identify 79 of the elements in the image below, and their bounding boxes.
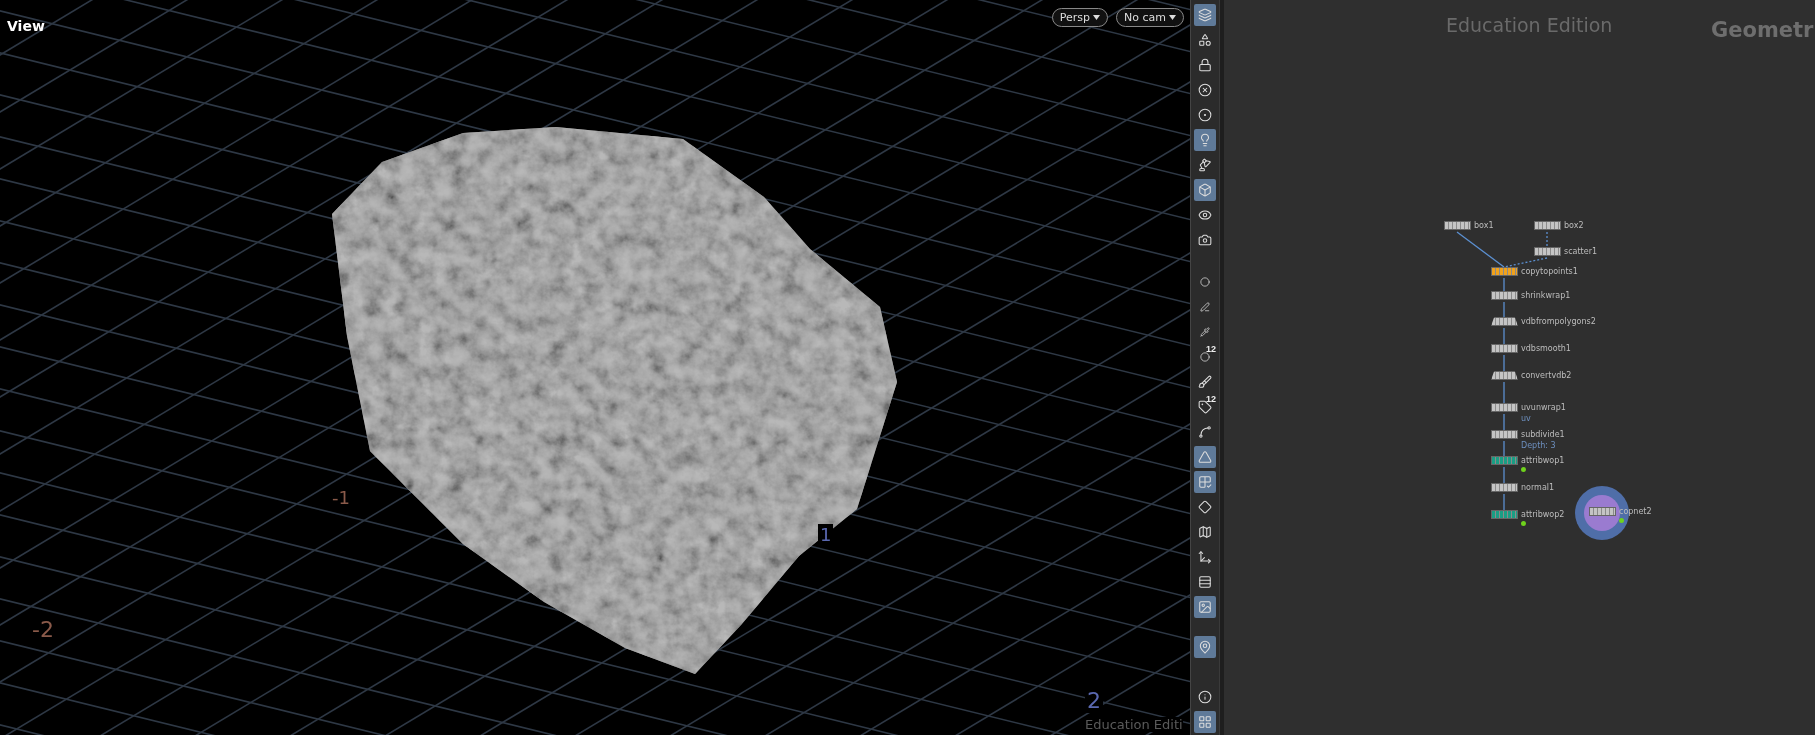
checker-icon [1198,475,1212,489]
network-node[interactable] [1491,456,1518,465]
node-wire [1503,354,1505,372]
node-label: normal1 [1521,483,1555,492]
eye-icon [1198,208,1212,222]
node-label: uvunwrap1 [1521,403,1566,412]
map-icon [1198,525,1212,539]
pipette-icon [1200,327,1210,337]
camera-menu[interactable]: Persp [1051,8,1109,27]
node-label: box2 [1564,221,1584,230]
node-label: shrinkwrap1 [1521,291,1571,300]
network-node[interactable] [1444,221,1471,230]
node-label: box1 [1474,221,1494,230]
network-node[interactable] [1491,510,1518,519]
network-node[interactable] [1491,267,1518,276]
network-node[interactable] [1491,430,1518,439]
viewport-title: View [7,18,45,34]
network-node[interactable] [1491,483,1518,492]
node-label: vdbsmooth1 [1521,344,1571,353]
tag-icon [1198,400,1212,414]
node-wire [1503,440,1505,457]
node-wire [1503,301,1505,318]
network-node[interactable] [1491,403,1518,412]
dot-icon [1200,352,1210,362]
lightbulb-icon [1198,133,1212,147]
node-wire [1503,277,1505,292]
layers-icon [1198,8,1212,22]
network-node[interactable] [1491,291,1518,300]
node-wire [1503,381,1505,404]
node-label: copytopoints1 [1521,267,1578,276]
camera-menu[interactable]: No cam [1116,8,1184,27]
node-label: subdivide1 [1521,430,1565,439]
cube-icon [1198,183,1212,197]
node-label: convertvdb2 [1521,371,1572,380]
network-node[interactable] [1534,221,1561,230]
lock-icon [1198,58,1212,72]
node-label: attribwop2 [1521,510,1565,519]
3d-viewport[interactable]: View -2 -1 1 2 Persp No cam Education Editi [0,0,1190,735]
node-wire [1503,413,1505,431]
image-icon [1198,600,1212,614]
network-node[interactable] [1491,344,1518,353]
pin-icon [1198,640,1212,654]
brush-icon [1198,375,1212,389]
tool-count: 12 [1206,344,1216,354]
tool-button[interactable]: 12 [1194,396,1216,418]
network-node[interactable] [1534,247,1561,256]
info-icon [1198,690,1212,704]
edition-watermark: Education Edition [1446,14,1613,36]
node-wire [1503,493,1505,511]
pen-icon [1200,302,1210,312]
node-note: uv [1521,414,1531,423]
network-node[interactable] [1491,317,1518,326]
axes-icon [1198,550,1212,564]
network-node[interactable] [1491,371,1518,380]
triangle-icon [1198,450,1212,464]
network-node[interactable] [1589,507,1616,516]
corner-line-icon [1198,425,1212,439]
node-label: scatter1 [1564,247,1598,256]
node-label: attribwop1 [1521,456,1565,465]
camera-icon [1198,233,1212,247]
context-title: Geometr [1711,18,1814,42]
node-wire [1546,231,1548,248]
close-circle-icon [1198,83,1212,97]
node-label: vdbfrompolygons2 [1521,317,1596,326]
tool-count: 12 [1206,394,1216,404]
node-note: Depth: 3 [1521,441,1556,450]
grid-icon [1198,715,1212,729]
node-wire [1503,327,1505,345]
node-wire [1503,466,1505,484]
tool-button[interactable]: 12 [1194,346,1216,368]
caret-icon [1169,15,1176,20]
caret-icon [1093,15,1101,20]
lamp-icon [1198,158,1212,172]
diamond-icon [1198,500,1212,514]
rows-icon [1198,575,1212,589]
shapes-icon [1198,33,1212,47]
dot-icon [1200,277,1210,287]
sphere-icon [1198,108,1212,122]
edition-watermark: Education Editi [1085,717,1183,732]
